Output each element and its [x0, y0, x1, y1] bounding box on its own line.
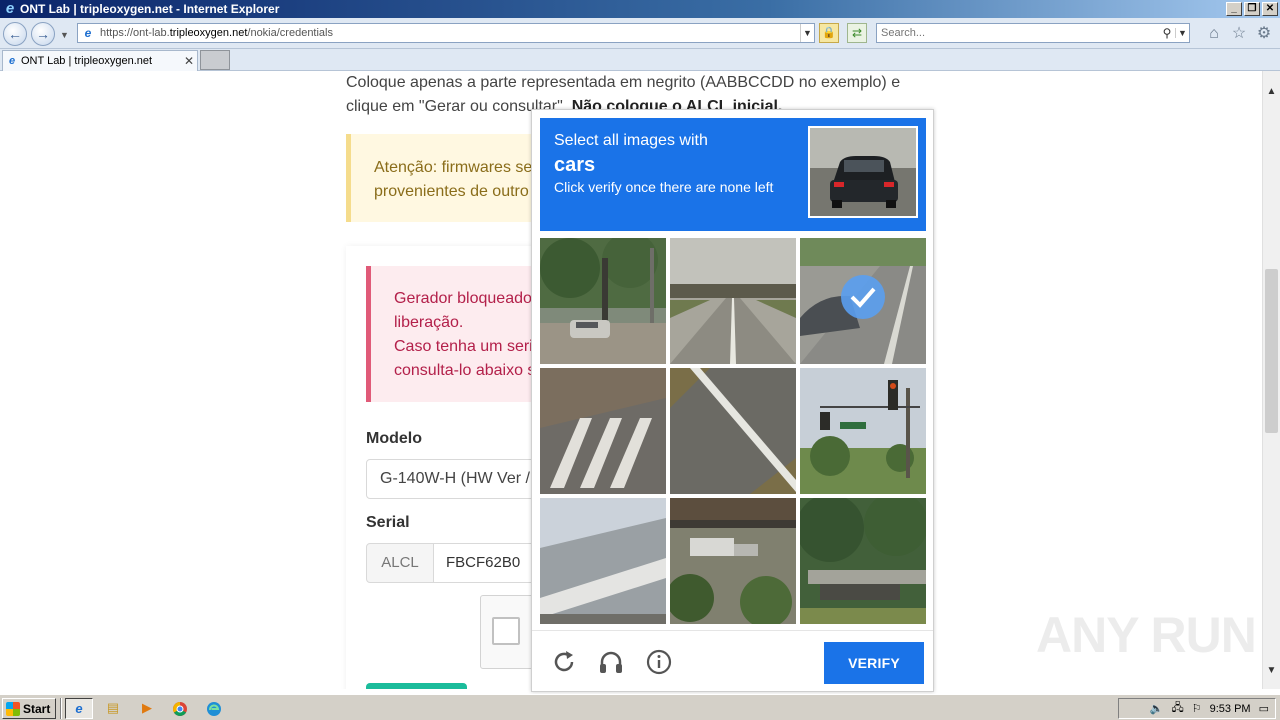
taskbar-chrome-icon[interactable] — [166, 698, 194, 719]
captcha-hint: Click verify once there are none left — [554, 179, 774, 195]
scroll-thumb[interactable] — [1265, 269, 1278, 433]
captcha-tile-8[interactable] — [670, 498, 796, 624]
refresh-button[interactable]: ⇄ — [847, 23, 867, 43]
warning-text: Atenção: firmwares ser provenientes de o… — [374, 159, 538, 200]
action-center-flag-icon[interactable]: ⚐ — [1192, 702, 1202, 715]
captcha-tile-6[interactable] — [800, 368, 926, 494]
tab-favicon-icon: e — [8, 55, 16, 67]
network-icon[interactable]: 🖧 — [1171, 699, 1183, 718]
serial-label: Serial — [366, 514, 410, 531]
scroll-up-icon[interactable]: ▲ — [1263, 83, 1280, 100]
captcha-image-grid — [540, 238, 926, 624]
captcha-instruction: Select all images with — [554, 132, 708, 149]
back-button[interactable]: ← — [3, 22, 27, 46]
captcha-target: cars — [554, 154, 596, 176]
captcha-challenge: Select all images with cars Click verify… — [531, 109, 934, 692]
ie-logo-icon: e — [5, 0, 15, 17]
tab-ont-lab[interactable]: e ONT Lab | tripleoxygen.net ✕ — [2, 50, 198, 71]
modelo-label: Modelo — [366, 430, 422, 447]
title-bar: e ONT Lab | tripleoxygen.net - Internet … — [0, 0, 1280, 18]
generate-button[interactable] — [366, 683, 467, 689]
captcha-footer: VERIFY — [532, 630, 933, 692]
search-input[interactable] — [877, 27, 1159, 39]
taskbar-explorer-icon[interactable]: ▤ — [99, 698, 127, 719]
system-tray: 🔈 🖧 ⚐ 9:53 PM ▭ — [1118, 698, 1276, 719]
favorites-star-icon[interactable]: ☆ — [1230, 25, 1248, 43]
blocked-text: Gerador bloqueado liberação. Caso tenha … — [394, 290, 542, 379]
navigation-bar: ← → ▼ e https://ont-lab.tripleoxygen.net… — [0, 18, 1280, 49]
close-button[interactable]: ✕ — [1262, 2, 1278, 16]
minimize-button[interactable]: _ — [1226, 2, 1242, 16]
volume-icon[interactable]: 🔈 — [1150, 702, 1164, 715]
address-url[interactable]: https://ont-lab.tripleoxygen.net/nokia/c… — [100, 27, 800, 39]
recaptcha-checkbox[interactable] — [492, 617, 520, 645]
taskbar-separator — [60, 698, 62, 719]
windows-logo-icon — [6, 701, 20, 716]
restore-button[interactable]: ❐ — [1244, 2, 1260, 16]
lock-icon[interactable]: 🔒 — [819, 23, 839, 43]
captcha-sample-image — [808, 126, 918, 218]
taskbar: Start e ▤ ▶ 🔈 🖧 ⚐ 9:53 PM ▭ — [0, 694, 1280, 720]
history-dropdown-icon[interactable]: ▼ — [60, 30, 69, 40]
home-icon[interactable]: ⌂ — [1205, 25, 1223, 43]
captcha-tile-2[interactable] — [670, 238, 796, 364]
address-dropdown-icon[interactable]: ▼ — [800, 24, 814, 42]
search-box[interactable]: ⚲ ▼ — [876, 23, 1190, 43]
window-title: ONT Lab | tripleoxygen.net - Internet Ex… — [20, 2, 280, 16]
captcha-header: Select all images with cars Click verify… — [540, 118, 926, 231]
taskbar-edge-icon[interactable] — [200, 698, 228, 719]
captcha-tile-7[interactable] — [540, 498, 666, 624]
taskbar-ie-icon[interactable]: e — [65, 698, 93, 719]
scroll-down-icon[interactable]: ▼ — [1263, 662, 1280, 679]
show-desktop-icon[interactable]: ▭ — [1259, 702, 1269, 715]
tab-bar: e ONT Lab | tripleoxygen.net ✕ — [0, 49, 1280, 71]
start-label: Start — [23, 701, 51, 716]
vertical-scrollbar[interactable]: ▲ ▼ — [1262, 71, 1280, 689]
search-dropdown-icon[interactable]: ▼ — [1175, 28, 1189, 38]
start-button[interactable]: Start — [2, 698, 56, 719]
search-icon[interactable]: ⚲ — [1159, 26, 1175, 40]
captcha-tile-1[interactable] — [540, 238, 666, 364]
audio-challenge-icon[interactable] — [597, 648, 625, 676]
captcha-tile-4[interactable] — [540, 368, 666, 494]
verify-button[interactable]: VERIFY — [824, 642, 924, 684]
tab-close-icon[interactable]: ✕ — [181, 54, 197, 68]
reload-icon[interactable] — [550, 648, 578, 676]
anyrun-watermark: ANY RUN — [1036, 607, 1257, 663]
tab-label: ONT Lab | tripleoxygen.net — [21, 55, 153, 67]
captcha-tile-3[interactable] — [800, 238, 926, 364]
new-tab-button[interactable] — [200, 50, 230, 70]
forward-button[interactable]: → — [31, 22, 55, 46]
address-bar[interactable]: e https://ont-lab.tripleoxygen.net/nokia… — [77, 23, 815, 43]
info-icon[interactable] — [645, 648, 673, 676]
page-favicon-icon: e — [84, 26, 92, 40]
serial-prefix: ALCL — [366, 543, 434, 583]
gear-icon[interactable]: ⚙ — [1255, 25, 1273, 43]
captcha-tile-5[interactable] — [670, 368, 796, 494]
captcha-tile-9[interactable] — [800, 498, 926, 624]
clock[interactable]: 9:53 PM — [1210, 703, 1251, 715]
taskbar-media-player-icon[interactable]: ▶ — [133, 698, 161, 719]
